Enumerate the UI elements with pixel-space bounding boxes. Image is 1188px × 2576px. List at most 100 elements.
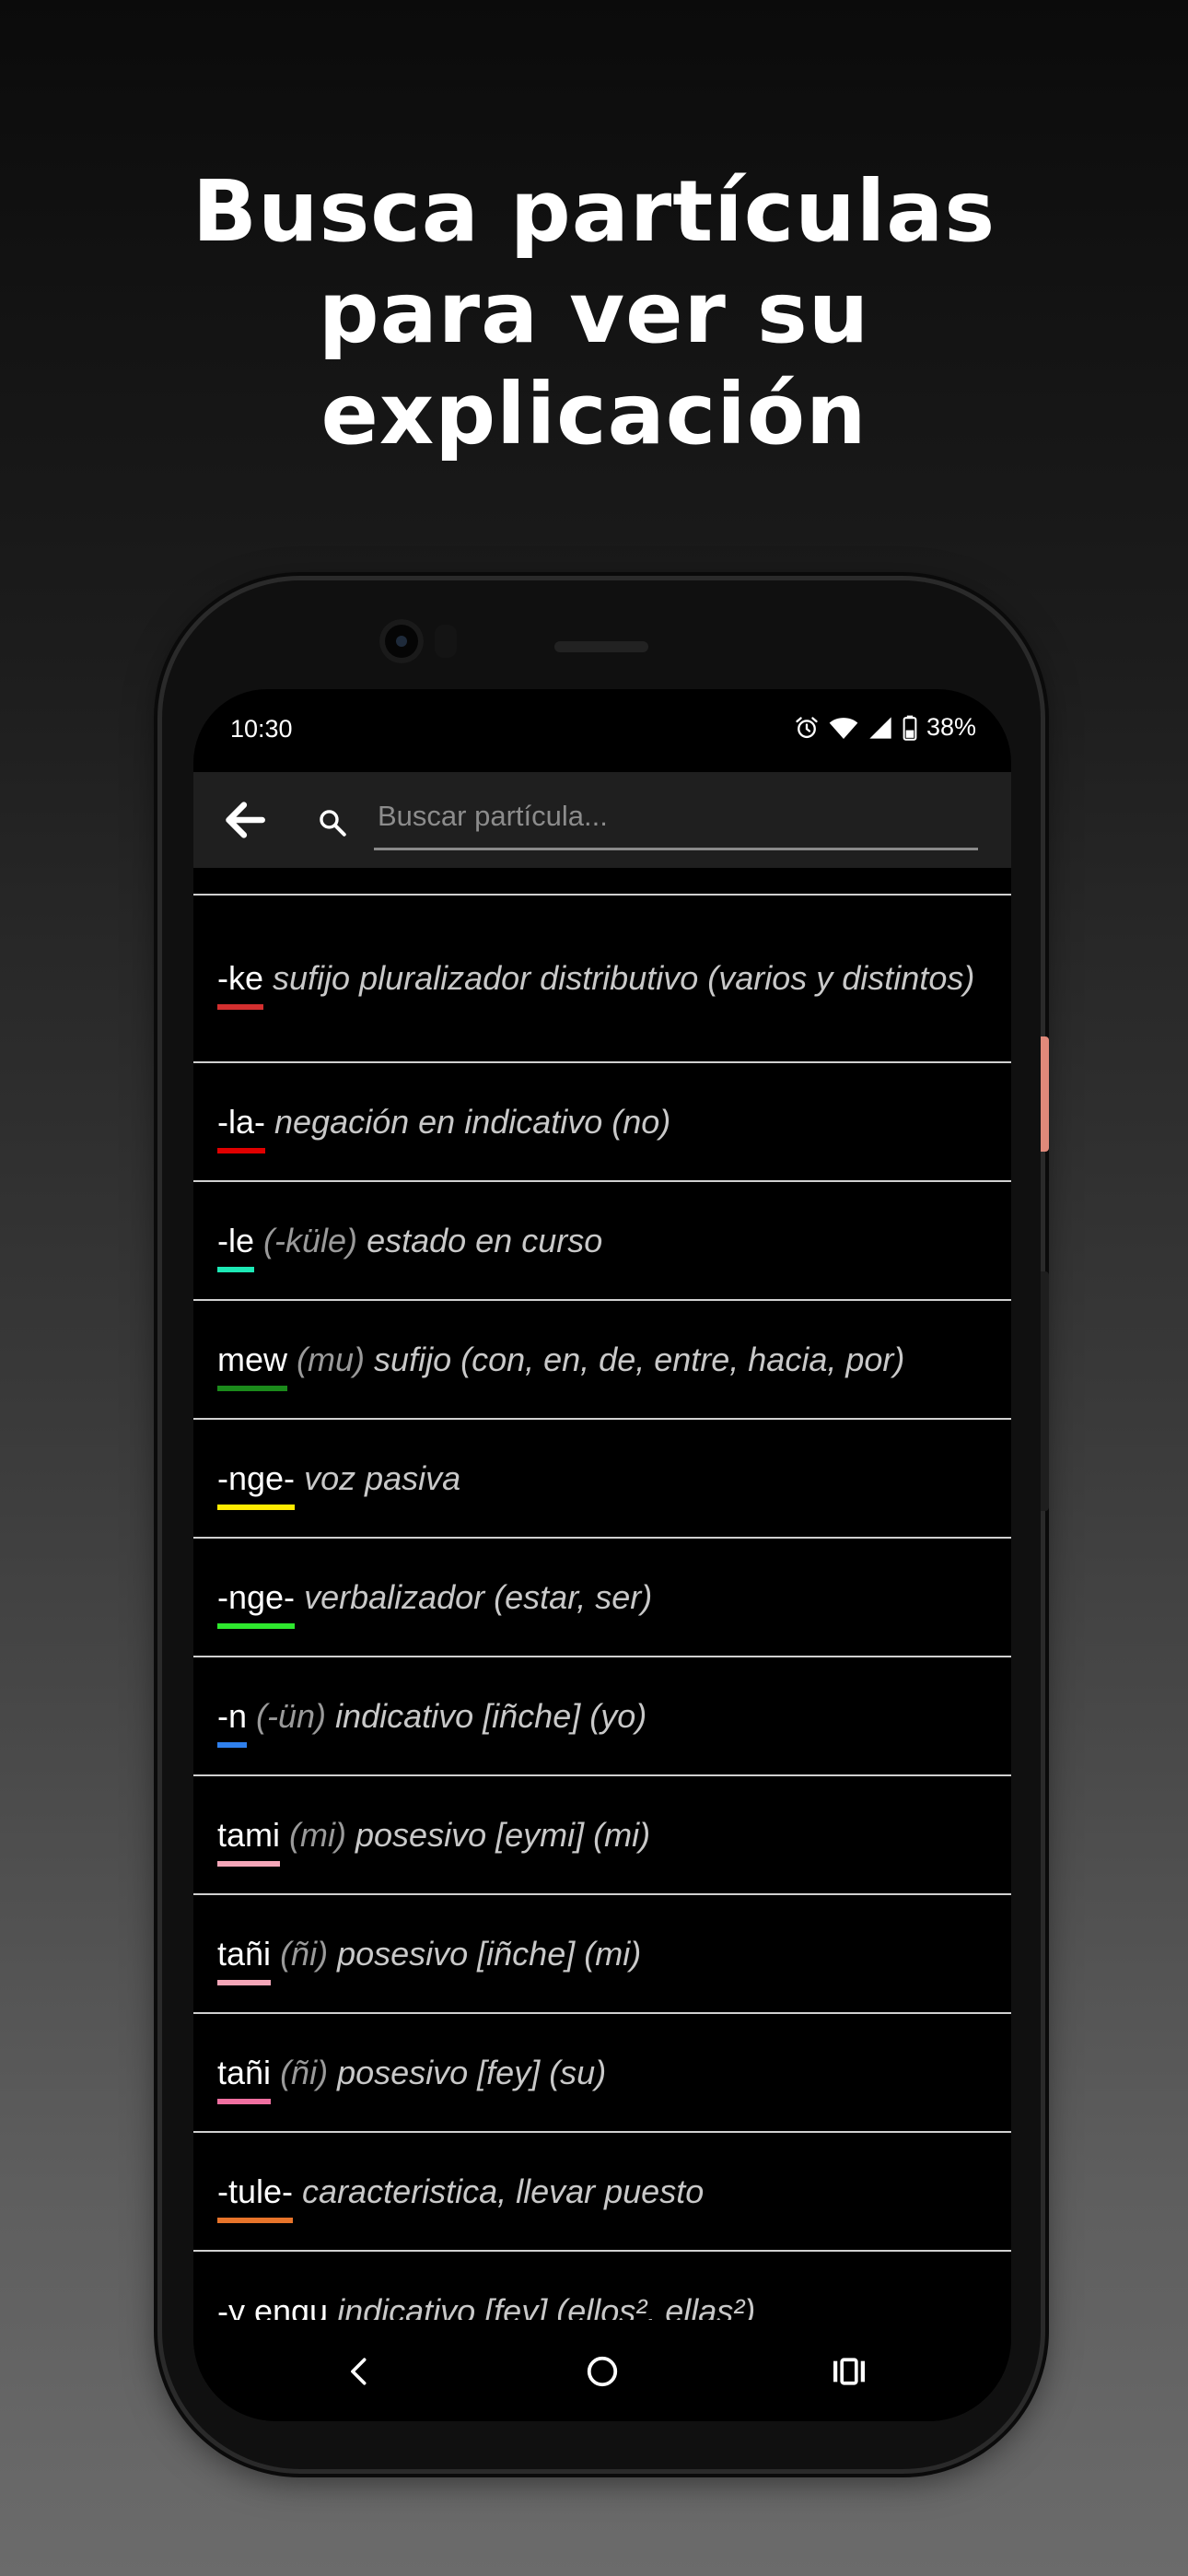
list-item-text: tañi (ñi) posesivo [iñche] (mi) [217, 1930, 642, 1985]
particle-term: -nge- [217, 1455, 296, 1510]
list-item[interactable]: tañi (ñi) posesivo [iñche] (mi) [193, 1895, 1011, 2014]
particle-term: -nge- [217, 1574, 296, 1629]
nav-home-button[interactable] [575, 2344, 630, 2399]
list-item[interactable]: -nge- voz pasiva [193, 1420, 1011, 1539]
list-item[interactable]: -n (-ün) indicativo [iñche] (yo) [193, 1657, 1011, 1776]
battery-percent: 38% [926, 713, 976, 741]
particle-term: -la- [217, 1098, 265, 1153]
screen: 10:30 38% Buscar partícula... -ke sufijo… [193, 689, 1011, 2421]
list-item[interactable]: -tule- caracteristica, llevar puesto [193, 2133, 1011, 2252]
headline-line-2: para ver su [318, 263, 870, 362]
particle-definition: caracteristica, llevar puesto [302, 2172, 705, 2210]
category-color-underline [217, 1266, 255, 1272]
list-item[interactable]: -nge- verbalizador (estar, ser) [193, 1539, 1011, 1657]
particle-term: tañi [217, 2049, 272, 2104]
category-color-underline [217, 1147, 265, 1153]
list-item-text: -tule- caracteristica, llevar puesto [217, 2168, 705, 2223]
phone-frame: 10:30 38% Buscar partícula... -ke sufijo… [162, 580, 1049, 2469]
list-item-text: -le (-küle) estado en curso [217, 1217, 603, 1272]
particle-definition: posesivo [eymi] (mi) [355, 1815, 651, 1854]
category-color-underline [217, 2217, 294, 2223]
list-item-text: -la- negación en indicativo (no) [217, 1098, 671, 1153]
status-time: 10:30 [230, 715, 293, 743]
power-button [1041, 1036, 1049, 1152]
list-item-text: -nge- voz pasiva [217, 1455, 461, 1510]
particle-variant: (-küle) [263, 1221, 358, 1259]
particle-term: -ke [217, 954, 264, 1010]
wifi-icon [829, 717, 858, 739]
chevron-left-icon [351, 2358, 367, 2385]
battery-icon [903, 715, 917, 741]
particle-term: tami [217, 1811, 281, 1867]
front-camera [379, 619, 424, 663]
proximity-sensor [435, 625, 457, 658]
particle-variant: (-ün) [256, 1696, 327, 1735]
particle-term: mew [217, 1336, 288, 1391]
particle-term-text: -ke [217, 959, 264, 997]
particle-definition: voz pasiva [304, 1458, 461, 1497]
particle-term-text: -n [217, 1696, 248, 1735]
list-item-text: tami (mi) posesivo [eymi] (mi) [217, 1811, 651, 1867]
particle-term-text: -le [217, 1221, 255, 1259]
particle-definition: estado en curso [367, 1221, 603, 1259]
particle-definition: sufijo (con, en, de, entre, hacia, por) [374, 1340, 905, 1378]
alarm-icon [796, 716, 818, 738]
circle-home-icon [587, 2356, 618, 2387]
search-input[interactable] [374, 789, 985, 844]
status-bar: 10:30 38% [193, 689, 1011, 772]
particle-variant: (mu) [297, 1340, 366, 1378]
list-item[interactable]: -la- negación en indicativo (no) [193, 1063, 1011, 1182]
arrow-left-icon [226, 802, 265, 838]
category-color-underline [217, 2098, 272, 2104]
navigation-bar [193, 2320, 1011, 2421]
category-color-underline [217, 1860, 281, 1867]
particle-term: -le [217, 1217, 255, 1272]
particle-definition: indicativo [iñche] (yo) [335, 1696, 647, 1735]
nav-back-button[interactable] [332, 2344, 387, 2399]
category-color-underline [217, 1741, 248, 1748]
headline-line-1: Busca partículas [192, 162, 996, 261]
volume-button [1041, 1271, 1049, 1511]
search-field[interactable] [374, 789, 985, 850]
earpiece-speaker [554, 641, 648, 652]
particle-term-text: -tule- [217, 2172, 294, 2210]
particle-term-text: -nge- [217, 1577, 296, 1616]
particle-term: -n [217, 1692, 248, 1748]
nav-recents-button[interactable] [821, 2344, 877, 2399]
particle-definition: posesivo [fey] (su) [337, 2053, 607, 2091]
particle-definition: negación en indicativo (no) [274, 1102, 671, 1141]
search-icon [320, 810, 346, 837]
particle-term-text: tami [217, 1815, 281, 1854]
list-item[interactable]: tami (mi) posesivo [eymi] (mi) [193, 1776, 1011, 1895]
category-color-underline [217, 1622, 296, 1629]
category-color-underline [217, 1004, 264, 1010]
status-icons: 38% [794, 713, 976, 742]
list-item-text: -nge- verbalizador (estar, ser) [217, 1574, 653, 1629]
particle-variant: (mi) [289, 1815, 346, 1854]
category-color-underline [217, 1504, 296, 1510]
list-item[interactable]: -ke sufijo pluralizador distributivo (va… [193, 896, 1011, 1063]
particle-list: -ke sufijo pluralizador distributivo (va… [193, 894, 1011, 2371]
particle-term: tañi [217, 1930, 272, 1985]
particle-term-text: -la- [217, 1102, 265, 1141]
particle-definition: posesivo [iñche] (mi) [337, 1934, 642, 1973]
list-item-text: -n (-ün) indicativo [iñche] (yo) [217, 1692, 647, 1748]
particle-definition: sufijo pluralizador distributivo (varios… [273, 959, 975, 997]
particle-term-text: tañi [217, 1934, 272, 1973]
category-color-underline [217, 1979, 272, 1985]
particle-definition: verbalizador (estar, ser) [304, 1577, 653, 1616]
signal-icon [869, 716, 891, 739]
list-item[interactable]: mew (mu) sufijo (con, en, de, entre, hac… [193, 1301, 1011, 1420]
recents-icon [833, 2358, 865, 2385]
particle-term: -tule- [217, 2168, 294, 2223]
category-color-underline [217, 1385, 288, 1391]
search-app-bar [193, 772, 1011, 868]
particle-variant: (ñi) [280, 1934, 329, 1973]
list-item[interactable]: tañi (ñi) posesivo [fey] (su) [193, 2014, 1011, 2133]
list-item[interactable]: -le (-küle) estado en curso [193, 1182, 1011, 1301]
particle-variant: (ñi) [280, 2053, 329, 2091]
list-item-text: mew (mu) sufijo (con, en, de, entre, hac… [217, 1336, 905, 1391]
back-button[interactable] [217, 792, 273, 848]
particle-term-text: -nge- [217, 1458, 296, 1497]
headline: Busca partículas para ver su explicación [0, 161, 1188, 465]
